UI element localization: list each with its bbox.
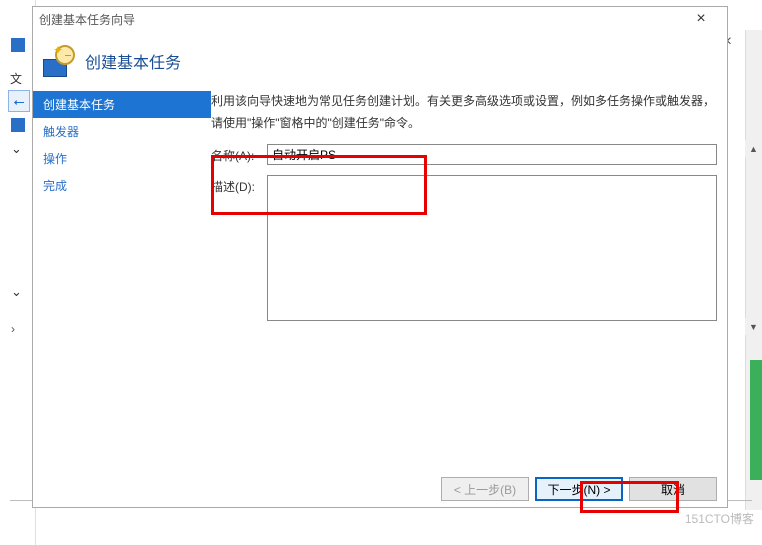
description-label: 描述(D):	[211, 175, 267, 195]
bg-app-icon	[11, 38, 25, 52]
wizard-content: 利用该向导快速地为常见任务创建计划。有关更多高级选项或设置，例如多任务操作或触发…	[211, 91, 727, 491]
step-trigger[interactable]: 触发器	[33, 118, 211, 145]
bg-tree-chevron-icon[interactable]: ⌄	[11, 141, 22, 157]
step-action[interactable]: 操作	[33, 145, 211, 172]
back-arrow-icon[interactable]: ⭠	[8, 90, 30, 112]
bg-tree-icon	[11, 118, 25, 132]
close-icon: ×	[696, 10, 705, 28]
step-create-basic-task[interactable]: 创建基本任务	[33, 91, 211, 118]
dialog-footer: < 上一步(B) 下一步(N) > 取消	[441, 477, 717, 501]
watermark-text: 151CTO博客	[685, 510, 754, 527]
close-button[interactable]: ×	[681, 7, 721, 31]
name-input[interactable]	[267, 144, 717, 165]
wizard-steps: 创建基本任务 触发器 操作 完成	[33, 91, 211, 491]
bg-tree-chevron2-icon[interactable]: ⌄	[11, 284, 22, 300]
help-text: 利用该向导快速地为常见任务创建计划。有关更多高级选项或设置，例如多任务操作或触发…	[211, 91, 717, 134]
dialog-heading: 创建基本任务	[85, 49, 181, 73]
description-input[interactable]	[267, 175, 717, 321]
step-finish[interactable]: 完成	[33, 172, 211, 199]
bg-app-label: 文	[10, 70, 22, 87]
dialog-title: 创建基本任务向导	[39, 11, 681, 28]
back-button: < 上一步(B)	[441, 477, 529, 501]
dialog-header: ✦ 创建基本任务	[33, 31, 727, 91]
bg-scroll-down-icon[interactable]: ▼	[745, 318, 762, 335]
bg-scroll-up-icon[interactable]: ▲	[745, 140, 762, 157]
wizard-dialog: 创建基本任务向导 × ✦ 创建基本任务 创建基本任务 触发器 操作 完成 利用该…	[32, 6, 728, 508]
name-row: 名称(A):	[211, 144, 717, 165]
wizard-icon: ✦	[43, 45, 75, 77]
cancel-button[interactable]: 取消	[629, 477, 717, 501]
description-row: 描述(D):	[211, 175, 717, 321]
next-button[interactable]: 下一步(N) >	[535, 477, 623, 501]
name-label: 名称(A):	[211, 144, 267, 164]
bg-accent-strip	[750, 360, 762, 480]
titlebar: 创建基本任务向导 ×	[33, 7, 727, 31]
bg-tree-expand-icon[interactable]: ›	[11, 322, 15, 336]
